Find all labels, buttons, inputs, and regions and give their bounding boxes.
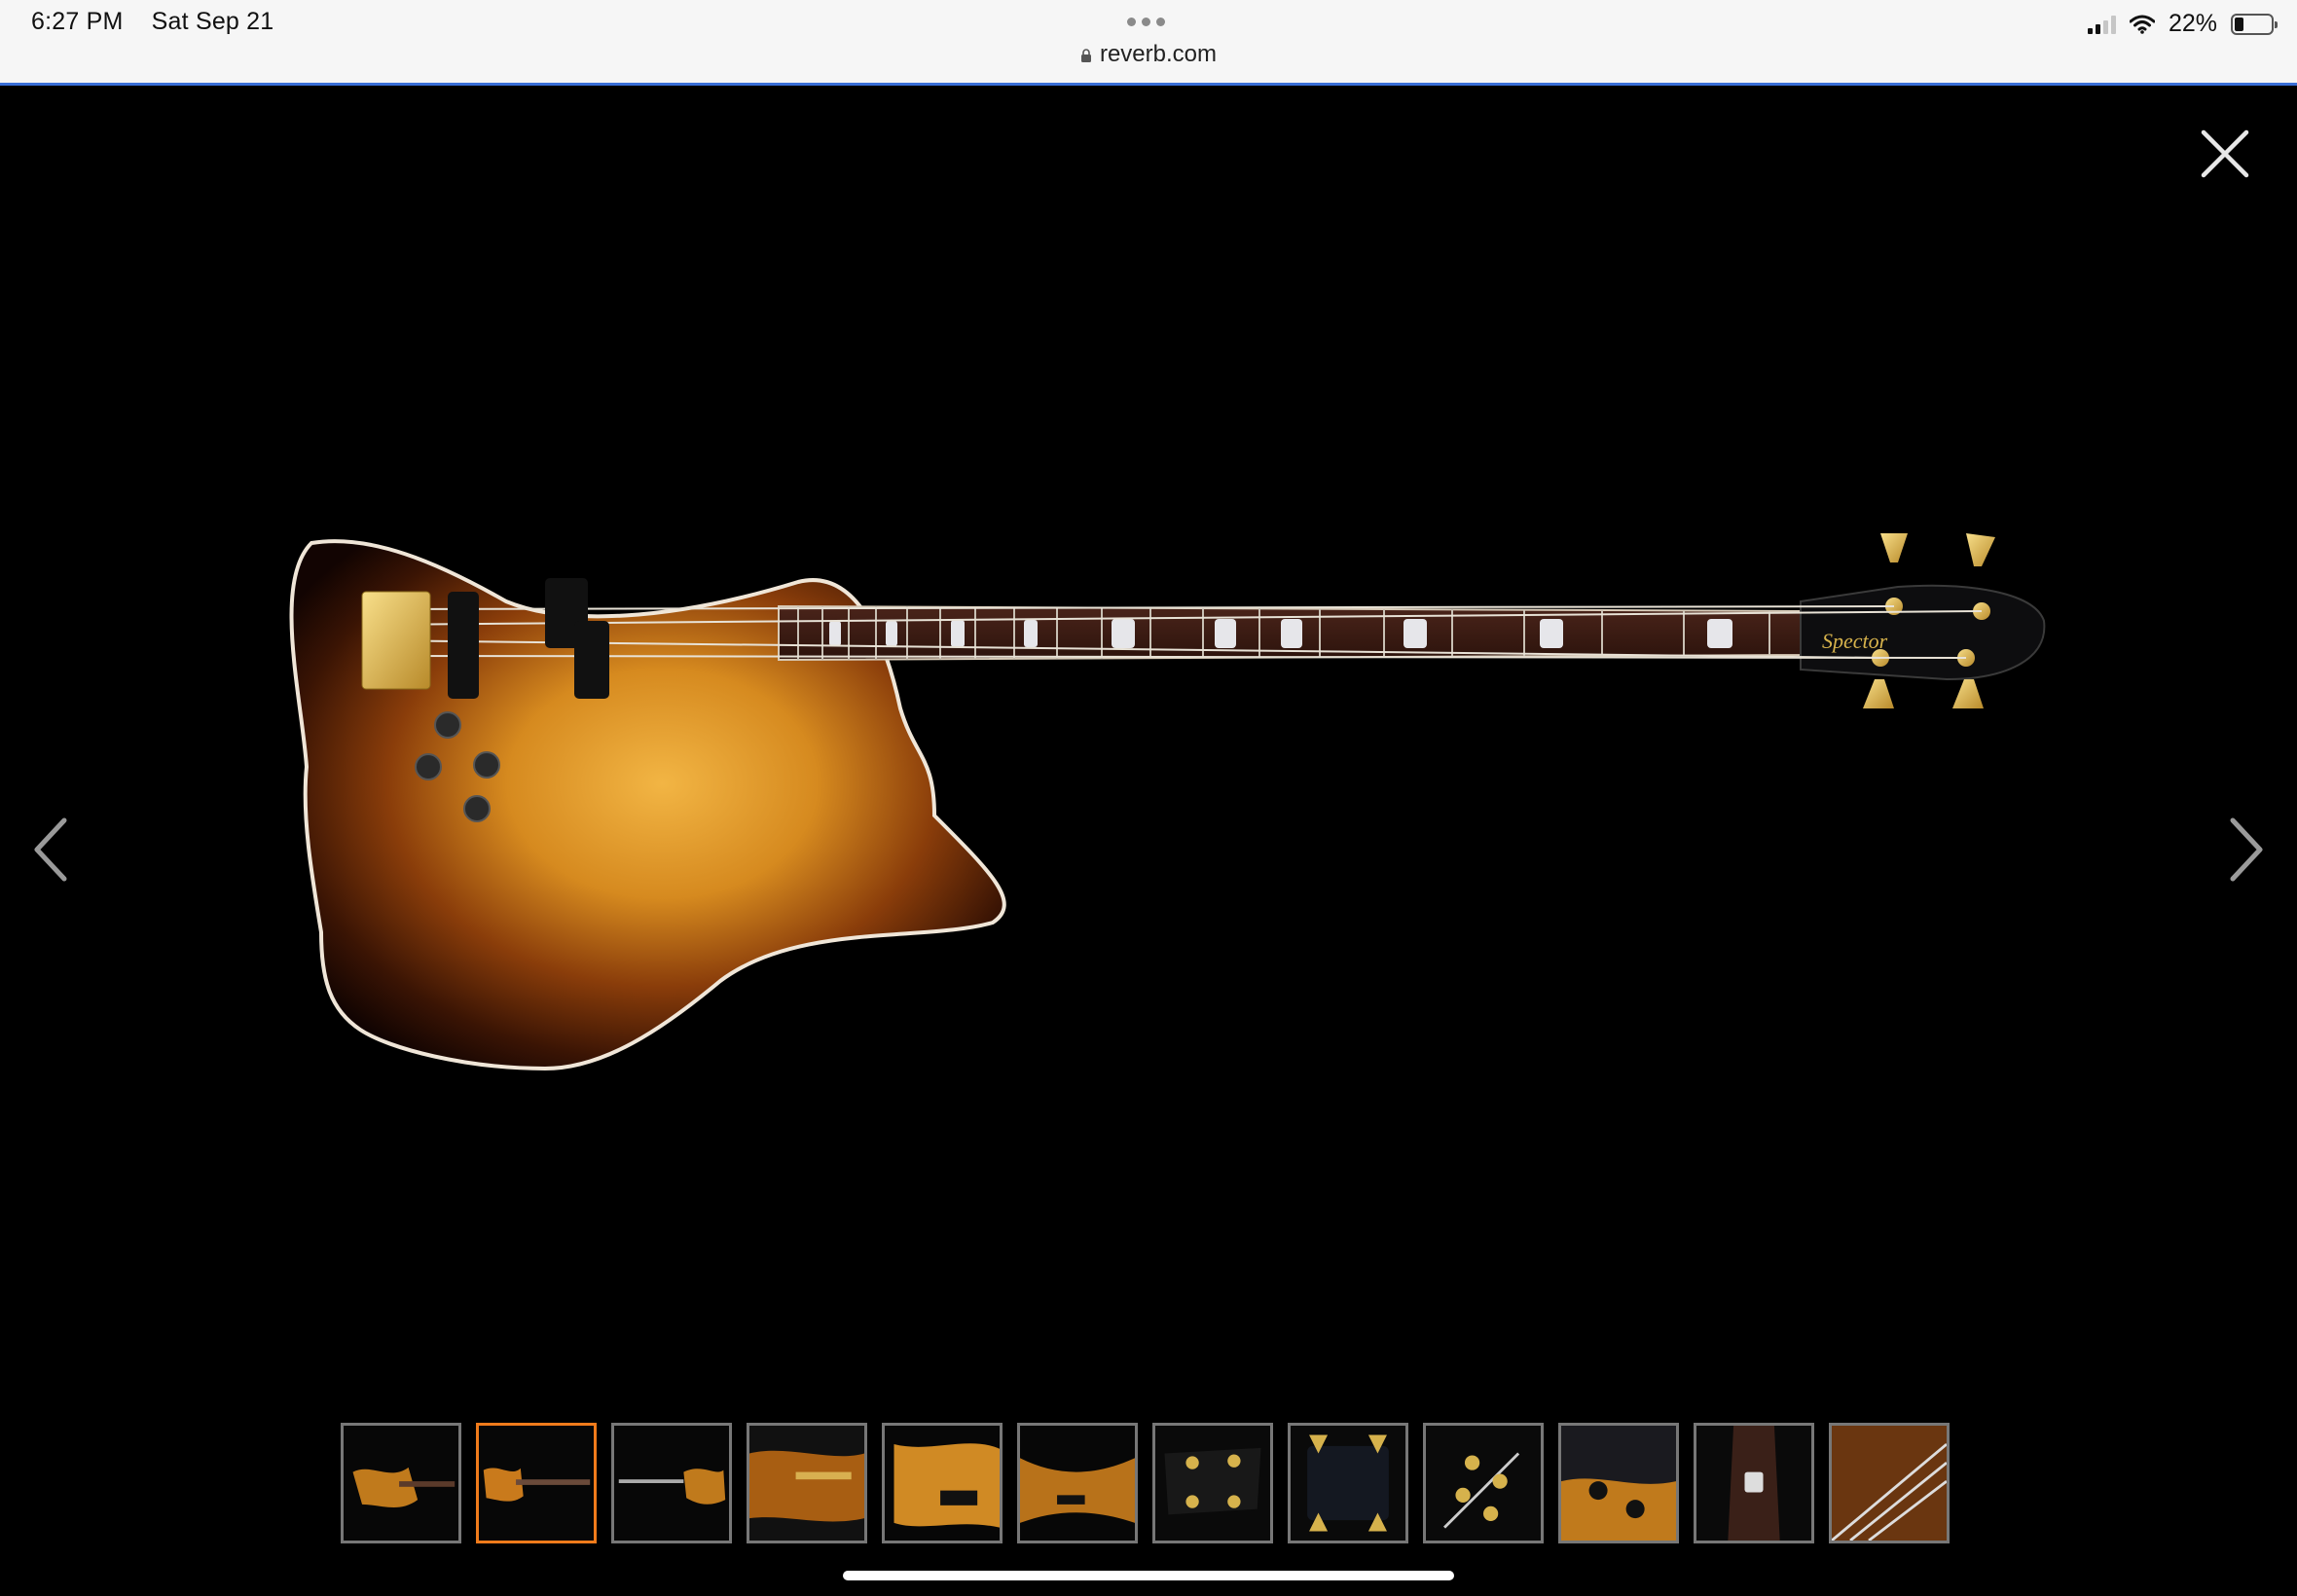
headstock-logo: Spector [1822,629,1888,653]
status-time: 6:27 PM [31,8,124,35]
thumbnail-11[interactable] [1694,1423,1814,1543]
thumbnail-4[interactable] [747,1423,867,1543]
browser-status-bar: 6:27 PM Sat Sep 21 reverb.com 22% [0,0,2297,86]
pickup-bridge [448,592,479,699]
close-icon[interactable] [2198,127,2252,181]
thumbnail-10[interactable] [1558,1423,1679,1543]
thumbnail-3[interactable] [611,1423,732,1543]
thumbnail-strip [341,1423,1950,1543]
url-text: reverb.com [1099,41,1218,67]
status-date: Sat Sep 21 [151,8,274,35]
wifi-icon [2129,15,2155,34]
battery-percent: 22% [2168,10,2217,37]
home-indicator[interactable] [843,1571,1454,1580]
thumbnail-1[interactable] [341,1423,461,1543]
dot [1142,18,1150,26]
thumbnail-7[interactable] [1152,1423,1273,1543]
image-viewer: Spector [0,86,2297,1596]
battery-icon [2231,13,2278,35]
thumbnail-12[interactable] [1829,1423,1950,1543]
status-time-date: 6:27 PM Sat Sep 21 [31,8,295,36]
chevron-left-icon[interactable] [21,806,80,893]
main-product-image[interactable]: Spector [253,524,2054,1224]
bridge [361,591,431,690]
dot [1127,18,1136,26]
thumbnail-9[interactable] [1423,1423,1544,1543]
thumbnail-6[interactable] [1017,1423,1138,1543]
dot [1156,18,1165,26]
chevron-right-icon[interactable] [2217,806,2276,893]
thumbnail-2[interactable] [476,1423,597,1543]
thumbnail-8[interactable] [1288,1423,1408,1543]
pickup-bridge-2 [574,621,609,699]
cellular-signal-icon [2087,15,2116,34]
thumbnail-5[interactable] [882,1423,1003,1543]
status-indicators: 22% [2087,10,2278,38]
lock-icon [1080,49,1091,62]
multitasking-dots[interactable] [1127,18,1165,26]
address-bar[interactable]: reverb.com [0,41,2297,68]
